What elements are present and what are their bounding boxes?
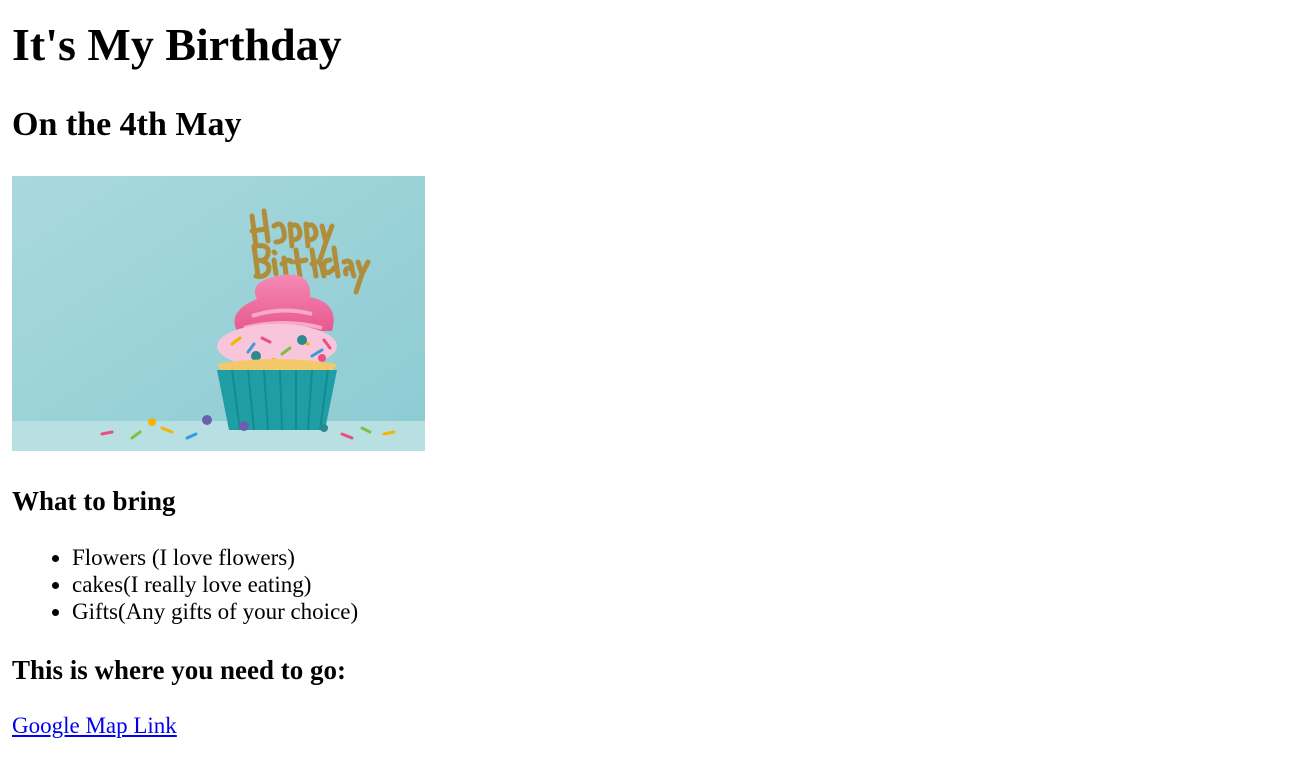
bring-list: Flowers (I love flowers) cakes(I really … [12, 544, 358, 625]
list-item: cakes(I really love eating) [72, 571, 358, 598]
google-map-link[interactable]: Google Map Link [12, 711, 177, 741]
page-title: It's My Birthday [12, 19, 342, 70]
page-subtitle: On the 4th May [12, 106, 242, 143]
directions-heading: This is where you need to go: [12, 655, 347, 685]
what-to-bring-heading: What to bring [12, 486, 176, 516]
birthday-cupcake-image [12, 176, 425, 451]
list-item: Flowers (I love flowers) [72, 544, 358, 571]
list-item: Gifts(Any gifts of your choice) [72, 598, 358, 625]
